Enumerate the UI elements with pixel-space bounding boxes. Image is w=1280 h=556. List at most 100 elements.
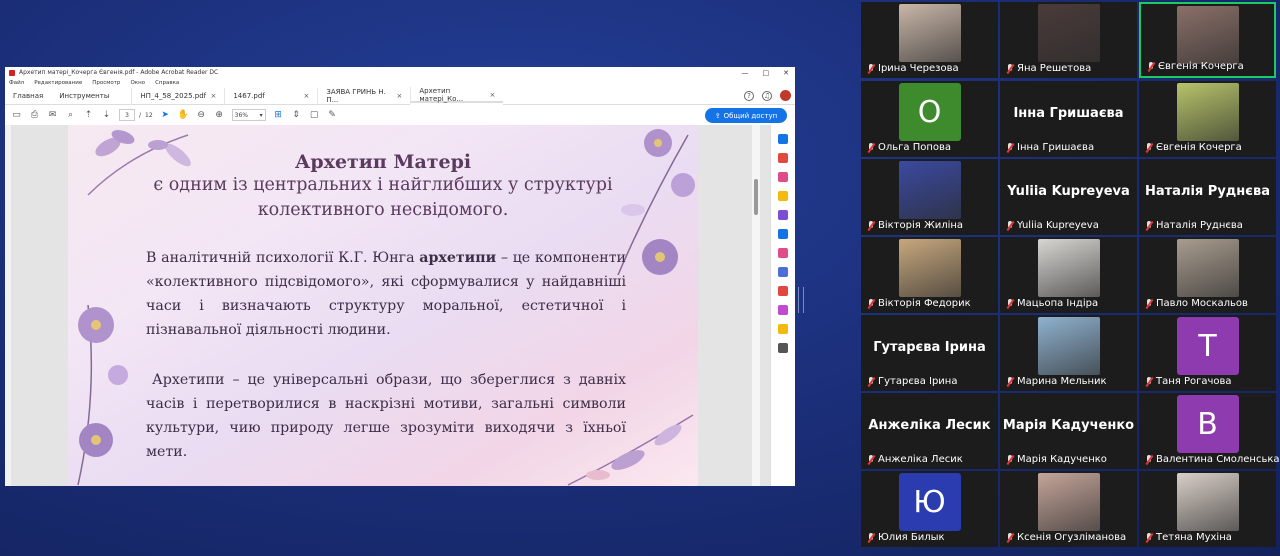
select-cursor-icon[interactable]: ➤ — [160, 110, 171, 121]
participant-tile[interactable]: Євгенія Кочерга — [1139, 81, 1276, 157]
vertical-scrollbar[interactable] — [752, 125, 760, 486]
close-icon[interactable]: × — [396, 92, 402, 100]
request-signatures-icon[interactable] — [778, 305, 788, 315]
participant-tile[interactable]: Ірина Черезова — [861, 2, 998, 78]
acrobat-window: Архетип матері_Кочерга Євгенія.pdf - Ado… — [5, 67, 795, 486]
tab-doc-3[interactable]: ЗАЯВА ГРИНЬ Н. П... × — [317, 88, 410, 104]
tab-bar: Главная Инструменты НП_4_58_2025.pdf × 14… — [5, 87, 795, 105]
close-icon[interactable]: × — [303, 92, 309, 100]
slide-title: Архетип Матері — [294, 151, 472, 173]
participant-name: Гутарєва Ірина — [878, 376, 958, 387]
participant-tile[interactable]: Т Таня Рогачова — [1139, 315, 1276, 391]
scroll-mode-icon[interactable]: ⇕ — [291, 110, 302, 121]
protect-icon[interactable] — [778, 267, 788, 277]
comment-icon[interactable]: ▢ — [309, 110, 320, 121]
participant-tile[interactable]: Вікторія Жиліна — [861, 159, 998, 235]
save-icon[interactable]: ▭ — [11, 110, 22, 121]
tab-tools[interactable]: Инструменты — [51, 88, 117, 104]
fill-sign-icon[interactable] — [778, 248, 788, 258]
left-panel-collapsed[interactable] — [5, 125, 11, 486]
participant-name-label: Євгенія Кочерга — [1147, 61, 1244, 72]
participant-tile[interactable]: В Валентина Смоленська — [1139, 393, 1280, 469]
participant-name: Інна Гришаєва — [1017, 142, 1095, 153]
split-handle[interactable] — [798, 287, 804, 313]
participant-tile[interactable]: Євгенія Кочерга — [1139, 2, 1276, 78]
tab-doc-active[interactable]: Архетип матері_Ко... × — [410, 87, 504, 105]
export-pdf-icon[interactable] — [778, 134, 788, 144]
comment-tool-icon[interactable] — [778, 191, 788, 201]
participant-tile[interactable]: Павло Москальов — [1139, 237, 1276, 313]
highlight-pen-icon[interactable]: ✎ — [327, 110, 338, 121]
participant-tile[interactable]: Ксенія Огузліманова — [1000, 471, 1137, 547]
menu-edit[interactable]: Редактирование — [34, 80, 82, 86]
menu-file[interactable]: Файл — [9, 80, 24, 86]
participant-tile[interactable]: Тетяна Мухіна — [1139, 471, 1276, 547]
mic-muted-icon — [867, 454, 875, 465]
participant-name: Тетяна Мухіна — [1156, 532, 1232, 543]
menu-help[interactable]: Справка — [155, 80, 179, 86]
participant-tile[interactable]: Yuliia Kupreyeva Yuliia Kupreyeva — [1000, 159, 1137, 235]
pdf-page-slide: Архетип Матері є одним із центральних і … — [68, 125, 698, 486]
print-icon[interactable]: ⎙ — [29, 110, 40, 121]
participant-tile[interactable]: Ю Юлия Билык — [861, 471, 998, 547]
mic-muted-icon — [1006, 63, 1014, 74]
participant-tile[interactable]: Мацьопа Індіра — [1000, 237, 1137, 313]
participant-tile[interactable]: Вікторія Федорик — [861, 237, 998, 313]
participant-name: Мацьопа Індіра — [1017, 298, 1099, 309]
mic-muted-icon — [867, 298, 875, 309]
maximize-button[interactable]: □ — [763, 69, 770, 77]
close-icon[interactable]: × — [210, 92, 216, 100]
next-page-icon[interactable]: ⇣ — [101, 110, 112, 121]
chevron-down-icon: ▾ — [259, 111, 263, 119]
more-tools-icon[interactable] — [778, 343, 788, 353]
hand-tool-icon[interactable]: ✋ — [178, 110, 189, 121]
participant-name-label: Таня Рогачова — [1145, 376, 1232, 387]
participant-tile[interactable]: Інна Гришаєва Інна Гришаєва — [1000, 81, 1137, 157]
participant-name-label: Мацьопа Індіра — [1006, 298, 1098, 309]
participant-tile[interactable]: Яна Решетова — [1000, 2, 1137, 78]
close-button[interactable]: ✕ — [783, 69, 789, 77]
participant-name-label: Євгенія Кочерга — [1145, 142, 1242, 153]
participant-name-label: Юлия Билык — [867, 532, 945, 543]
page-fit-icon[interactable]: ⊞ — [273, 110, 284, 121]
mic-muted-icon — [1145, 298, 1153, 309]
search-icon[interactable]: ⌕ — [65, 110, 76, 121]
participant-tile[interactable]: Наталія Руднєва Наталія Руднєва — [1139, 159, 1276, 235]
participant-video — [1037, 4, 1100, 62]
zoom-select[interactable]: 36% ▾ — [231, 109, 266, 121]
notifications-icon[interactable]: ♫ — [762, 90, 772, 101]
minimize-button[interactable]: — — [742, 69, 749, 77]
tab-doc-2[interactable]: 1467.pdf × — [224, 88, 317, 104]
menu-view[interactable]: Просмотр — [92, 80, 120, 86]
participant-tile[interactable]: Гутарєва Ірина Гутарєва Ірина — [861, 315, 998, 391]
scrollbar-thumb[interactable] — [754, 179, 758, 215]
tab-home[interactable]: Главная — [5, 88, 51, 104]
participant-tile[interactable]: Анжеліка Лесик Анжеліка Лесик — [861, 393, 998, 469]
zoom-value: 36% — [234, 111, 249, 119]
email-icon[interactable]: ✉ — [47, 110, 58, 121]
participant-tile[interactable]: О Ольга Попова — [861, 81, 998, 157]
mic-muted-icon — [1145, 532, 1153, 543]
mic-muted-icon — [867, 532, 875, 543]
page-input[interactable]: 3 — [119, 109, 135, 121]
create-pdf-icon[interactable] — [778, 153, 788, 163]
account-avatar[interactable] — [780, 90, 791, 101]
tab-doc-1[interactable]: НП_4_58_2025.pdf × — [131, 88, 224, 104]
participant-tile[interactable]: Марина Мельник — [1000, 315, 1137, 391]
mic-muted-icon — [1145, 220, 1153, 231]
organize-pages-icon[interactable] — [778, 229, 788, 239]
close-icon[interactable]: × — [489, 91, 495, 99]
menu-window[interactable]: Окно — [130, 80, 145, 86]
zoom-in-icon[interactable]: ⊕ — [214, 110, 225, 121]
compress-icon[interactable] — [778, 286, 788, 296]
combine-files-icon[interactable] — [778, 210, 788, 220]
help-icon[interactable]: ? — [744, 90, 754, 101]
tab-doc-active-label: Архетип матері_Ко... — [419, 87, 464, 103]
send-review-icon[interactable] — [778, 324, 788, 334]
zoom-out-icon[interactable]: ⊖ — [196, 110, 207, 121]
participant-tile[interactable]: Марія Кадученко Марія Кадученко — [1000, 393, 1137, 469]
participant-name-label: Марія Кадученко — [1006, 454, 1107, 465]
prev-page-icon[interactable]: ⇡ — [83, 110, 94, 121]
share-button[interactable]: ⇪ Общий доступ — [705, 108, 787, 123]
edit-pdf-icon[interactable] — [778, 172, 788, 182]
